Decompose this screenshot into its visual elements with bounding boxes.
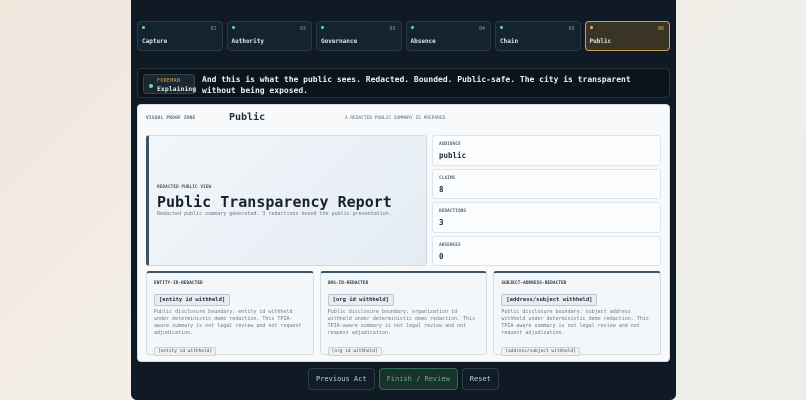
- status-dot-icon: [589, 26, 593, 29]
- status-dot-icon: [142, 26, 145, 29]
- step-label: Governance: [321, 38, 358, 45]
- foreman-state: Explaining: [157, 85, 197, 93]
- redaction-footer-tag: [org id withheld]: [327, 347, 382, 356]
- redaction-key: SUBJECT-ADDRESS-REDACTED: [501, 281, 567, 286]
- redaction-tag: [entity id withheld]: [154, 294, 231, 306]
- zone-label: VISUAL PROOF ZONE: [146, 116, 196, 121]
- status-dot-icon: [231, 26, 235, 29]
- status-dot-icon: [321, 26, 324, 29]
- finish-review-button[interactable]: Finish / Review: [378, 368, 458, 390]
- redaction-tag: [address/subject withheld]: [501, 294, 598, 306]
- step-chain[interactable]: 05 Chain: [495, 21, 581, 51]
- narration-text: And this is what the public sees. Redact…: [202, 75, 631, 95]
- redaction-footer-tag: [entity id withheld]: [154, 347, 217, 356]
- step-number: 01: [210, 26, 217, 32]
- redaction-key: ORG-ID-REDACTED: [327, 281, 369, 286]
- status-dot-icon: [149, 84, 153, 88]
- reset-button[interactable]: Reset: [461, 368, 499, 390]
- step-absence[interactable]: 04 Absence: [405, 21, 491, 51]
- step-label: Chain: [500, 38, 519, 45]
- step-number: 02: [299, 26, 306, 32]
- step-number: 03: [389, 26, 396, 32]
- zone-status: A REDACTED PUBLIC SUMMARY IS PREPARED.: [345, 116, 448, 121]
- step-label: Public: [589, 38, 612, 45]
- redaction-card-entity: ENTITY-ID-REDACTED [entity id withheld] …: [146, 271, 314, 356]
- step-number: 04: [478, 26, 485, 32]
- report-hero-card: REDACTED PUBLIC VIEW Public Transparency…: [146, 135, 427, 266]
- previous-act-button[interactable]: Previous Act: [308, 368, 375, 390]
- stat-claims: CLAIMS 8: [432, 168, 661, 199]
- stat-audience: AUDIENCE public: [432, 135, 661, 166]
- redaction-key: ENTITY-ID-REDACTED: [154, 281, 203, 286]
- step-label: Absence: [410, 38, 436, 45]
- stat-redactions: REDACTIONS 3: [432, 202, 661, 233]
- status-dot-icon: [410, 26, 414, 29]
- step-label: Authority: [231, 38, 265, 45]
- stat-label: AUDIENCE: [439, 142, 461, 147]
- redaction-cards: ENTITY-ID-REDACTED [entity id withheld] …: [146, 271, 662, 356]
- foreman-badge: FOREMAN Explaining: [143, 74, 197, 94]
- step-label: Capture: [142, 38, 168, 45]
- stats-column: AUDIENCE public CLAIMS 8 REDACTIONS 3 AB…: [432, 135, 661, 266]
- zone-title: Public: [229, 112, 266, 123]
- stat-label: ABSENCES: [439, 242, 461, 248]
- redaction-description: Public disclosure boundary: subject addr…: [501, 309, 649, 336]
- redaction-description: Public disclosure boundary: organization…: [327, 309, 476, 336]
- visual-proof-zone: VISUAL PROOF ZONE Public A REDACTED PUBL…: [137, 104, 670, 362]
- stat-value: 8: [439, 184, 444, 194]
- act-stepper: 01 Capture 02 Authority 03 Governance 04…: [137, 21, 670, 51]
- stat-value: 3: [439, 218, 444, 227]
- redaction-description: Public disclosure boundary: entity id wi…: [154, 309, 302, 336]
- step-capture[interactable]: 01 Capture: [137, 21, 223, 51]
- hero-label: REDACTED PUBLIC VIEW: [157, 185, 212, 190]
- report-description: Redacted public summary generated. 3 red…: [157, 211, 392, 217]
- step-governance[interactable]: 03 Governance: [316, 21, 402, 51]
- act-controls: Previous Act Finish / Review Reset: [308, 368, 499, 390]
- stat-value: public: [439, 151, 467, 160]
- step-number: 06: [657, 26, 664, 32]
- report-title: Public Transparency Report: [157, 193, 392, 211]
- redaction-card-subject-address: SUBJECT-ADDRESS-REDACTED [address/subjec…: [493, 271, 662, 356]
- redaction-tag: [org id withheld]: [327, 294, 394, 306]
- redaction-footer-tag: [address/subject withheld]: [501, 347, 580, 356]
- app-panel: 01 Capture 02 Authority 03 Governance 04…: [131, 0, 676, 400]
- step-public[interactable]: 06 Public: [584, 21, 670, 51]
- foreman-role: FOREMAN: [157, 78, 181, 84]
- stat-absences: ABSENCES 0: [432, 235, 661, 266]
- redaction-card-org: ORG-ID-REDACTED [org id withheld] Public…: [319, 271, 488, 356]
- step-authority[interactable]: 02 Authority: [226, 21, 312, 51]
- foreman-narration-bar: FOREMAN Explaining And this is what the …: [137, 68, 670, 98]
- status-dot-icon: [500, 26, 503, 29]
- stat-label: REDACTIONS: [439, 209, 467, 214]
- stat-label: CLAIMS: [439, 175, 456, 181]
- stat-value: 0: [439, 251, 444, 261]
- step-number: 05: [568, 26, 575, 32]
